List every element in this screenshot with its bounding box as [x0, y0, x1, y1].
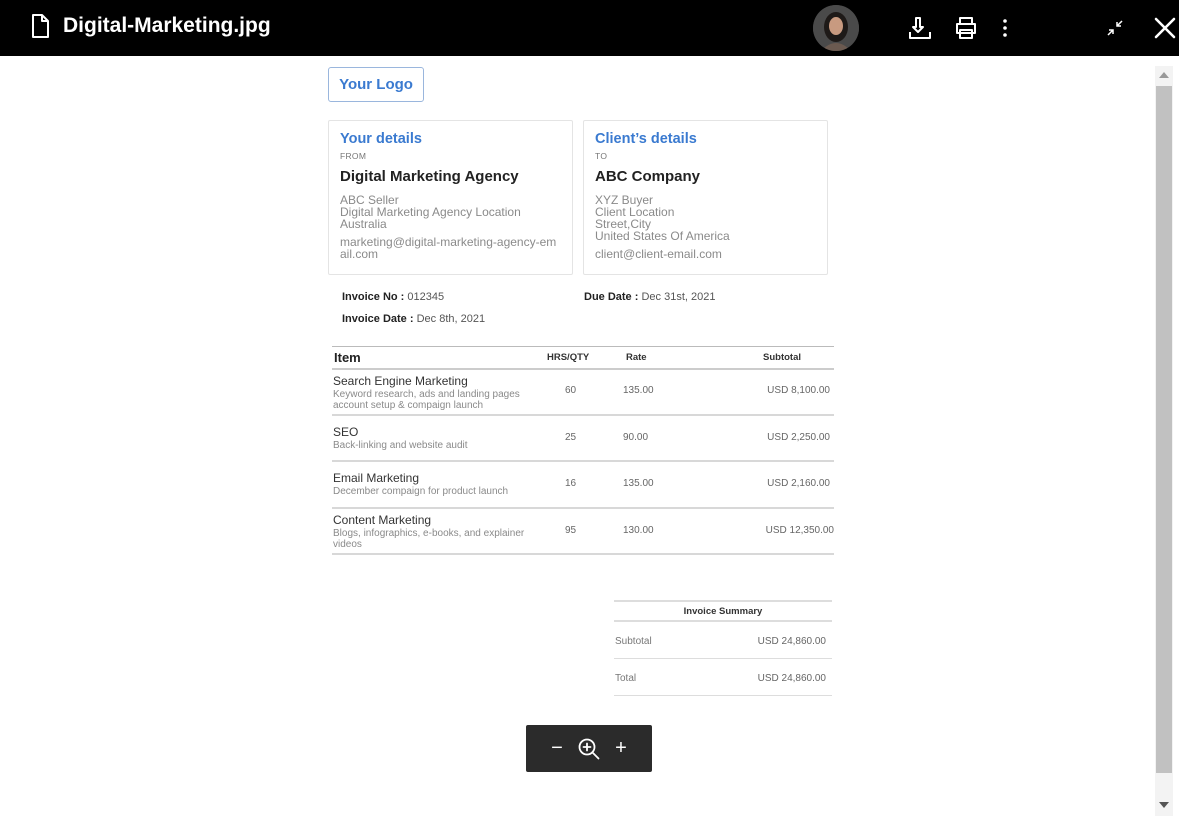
scroll-up-arrow[interactable] — [1159, 72, 1169, 78]
item-qty: 25 — [565, 432, 577, 443]
summary-subtotal-label: Subtotal — [615, 636, 652, 647]
collapse-icon[interactable] — [1100, 13, 1130, 43]
client-details-title: Client’s details — [595, 131, 697, 147]
summary-total-row: Total USD 24,860.00 — [614, 659, 832, 696]
item-qty: 95 — [565, 525, 577, 536]
avatar[interactable] — [813, 5, 859, 51]
column-qty: HRS/QTY — [547, 352, 590, 363]
item-rate: 90.00 — [623, 432, 649, 443]
item-rate: 130.00 — [623, 525, 654, 536]
zoom-in-icon[interactable] — [574, 725, 604, 772]
file-icon — [31, 14, 49, 38]
scroll-down-arrow[interactable] — [1159, 802, 1169, 808]
invoice-number-label: Invoice No : — [342, 291, 405, 303]
item-name: Search Engine Marketing — [333, 374, 468, 388]
summary-subtotal-row: Subtotal USD 24,860.00 — [614, 622, 832, 659]
invoice-summary: Invoice Summary Subtotal USD 24,860.00 T… — [614, 600, 832, 696]
summary-subtotal-value: USD 24,860.00 — [757, 636, 826, 647]
column-subtotal: Subtotal — [763, 352, 801, 363]
viewer-toolbar: Digital-Marketing.jpg — [0, 0, 1179, 56]
client-name: ABC Company — [595, 168, 701, 185]
zoom-controls: − + — [526, 725, 652, 772]
item-qty: 16 — [565, 478, 577, 489]
item-description: Keyword research, ads and landing pages … — [333, 389, 520, 411]
invoice-number-value: 012345 — [407, 291, 445, 303]
scrollbar-thumb[interactable] — [1156, 86, 1172, 773]
vertical-scrollbar[interactable] — [1155, 66, 1173, 816]
item-description: December compaign for product launch — [333, 486, 509, 497]
due-date-value: Dec 31st, 2021 — [641, 291, 716, 303]
print-icon[interactable] — [951, 13, 981, 43]
sender-details-title: Your details — [340, 131, 422, 147]
item-qty: 60 — [565, 385, 577, 396]
item-rate: 135.00 — [623, 478, 654, 489]
column-rate: Rate — [626, 352, 647, 363]
item-description: Blogs, infographics, e-books, and explai… — [333, 528, 525, 550]
sender-address-line: Australia — [340, 217, 387, 231]
table-row: Content Marketing Blogs, infographics, e… — [332, 509, 834, 555]
table-row: Email Marketing December compaign for pr… — [332, 462, 834, 509]
client-email: client@client-email.com — [595, 247, 722, 261]
summary-total-value: USD 24,860.00 — [757, 673, 826, 684]
item-name: Email Marketing — [333, 471, 420, 485]
items-table: Item HRS/QTY Rate Subtotal Search Engine… — [332, 346, 834, 555]
invoice-date-value: Dec 8th, 2021 — [416, 313, 486, 325]
invoice-document: Your Logo Your details FROM Digital Mark… — [320, 56, 840, 821]
item-subtotal: USD 2,160.00 — [767, 478, 830, 489]
sender-address: ABC Seller Digital Marketing Agency Loca… — [340, 194, 561, 230]
sender-name: Digital Marketing Agency — [340, 168, 519, 185]
due-date-label: Due Date : — [584, 291, 639, 303]
sender-email: marketing@digital-marketing-agency-email… — [340, 235, 557, 261]
item-description: Back-linking and website audit — [333, 440, 468, 451]
download-icon[interactable] — [905, 13, 935, 43]
column-item: Item — [334, 350, 361, 365]
item-name: SEO — [333, 425, 359, 439]
item-rate: 135.00 — [623, 385, 654, 396]
sender-label: FROM — [340, 151, 367, 161]
item-name: Content Marketing — [333, 513, 432, 527]
table-row: Search Engine Marketing Keyword research… — [332, 370, 834, 416]
invoice-date: Invoice Date : Dec 8th, 2021 — [342, 312, 485, 326]
client-address-line: United States Of America — [595, 229, 730, 243]
logo-placeholder: Your Logo — [328, 67, 424, 102]
item-subtotal: USD 2,250.00 — [767, 432, 830, 443]
zoom-out-button[interactable]: − — [544, 725, 570, 772]
due-date: Due Date : Dec 31st, 2021 — [584, 290, 715, 304]
file-title: Digital-Marketing.jpg — [63, 14, 271, 37]
table-row: SEO Back-linking and website audit 25 90… — [332, 416, 834, 462]
more-icon[interactable] — [990, 13, 1020, 43]
close-icon[interactable] — [1150, 13, 1179, 43]
summary-total-label: Total — [615, 673, 637, 684]
invoice-number: Invoice No : 012345 — [342, 290, 444, 304]
invoice-date-label: Invoice Date : — [342, 313, 414, 325]
summary-title: Invoice Summary — [614, 600, 832, 622]
client-address: XYZ Buyer Client Location Street,City Un… — [595, 194, 816, 242]
sender-details-card: Your details FROM Digital Marketing Agen… — [328, 120, 573, 275]
client-label: TO — [595, 151, 608, 161]
client-details-card: Client’s details TO ABC Company XYZ Buye… — [583, 120, 828, 275]
items-table-header: Item HRS/QTY Rate Subtotal — [332, 346, 834, 370]
item-subtotal: USD 8,100.00 — [767, 385, 830, 396]
item-subtotal: USD 12,350.00 — [765, 525, 834, 536]
zoom-in-button[interactable]: + — [608, 725, 634, 772]
